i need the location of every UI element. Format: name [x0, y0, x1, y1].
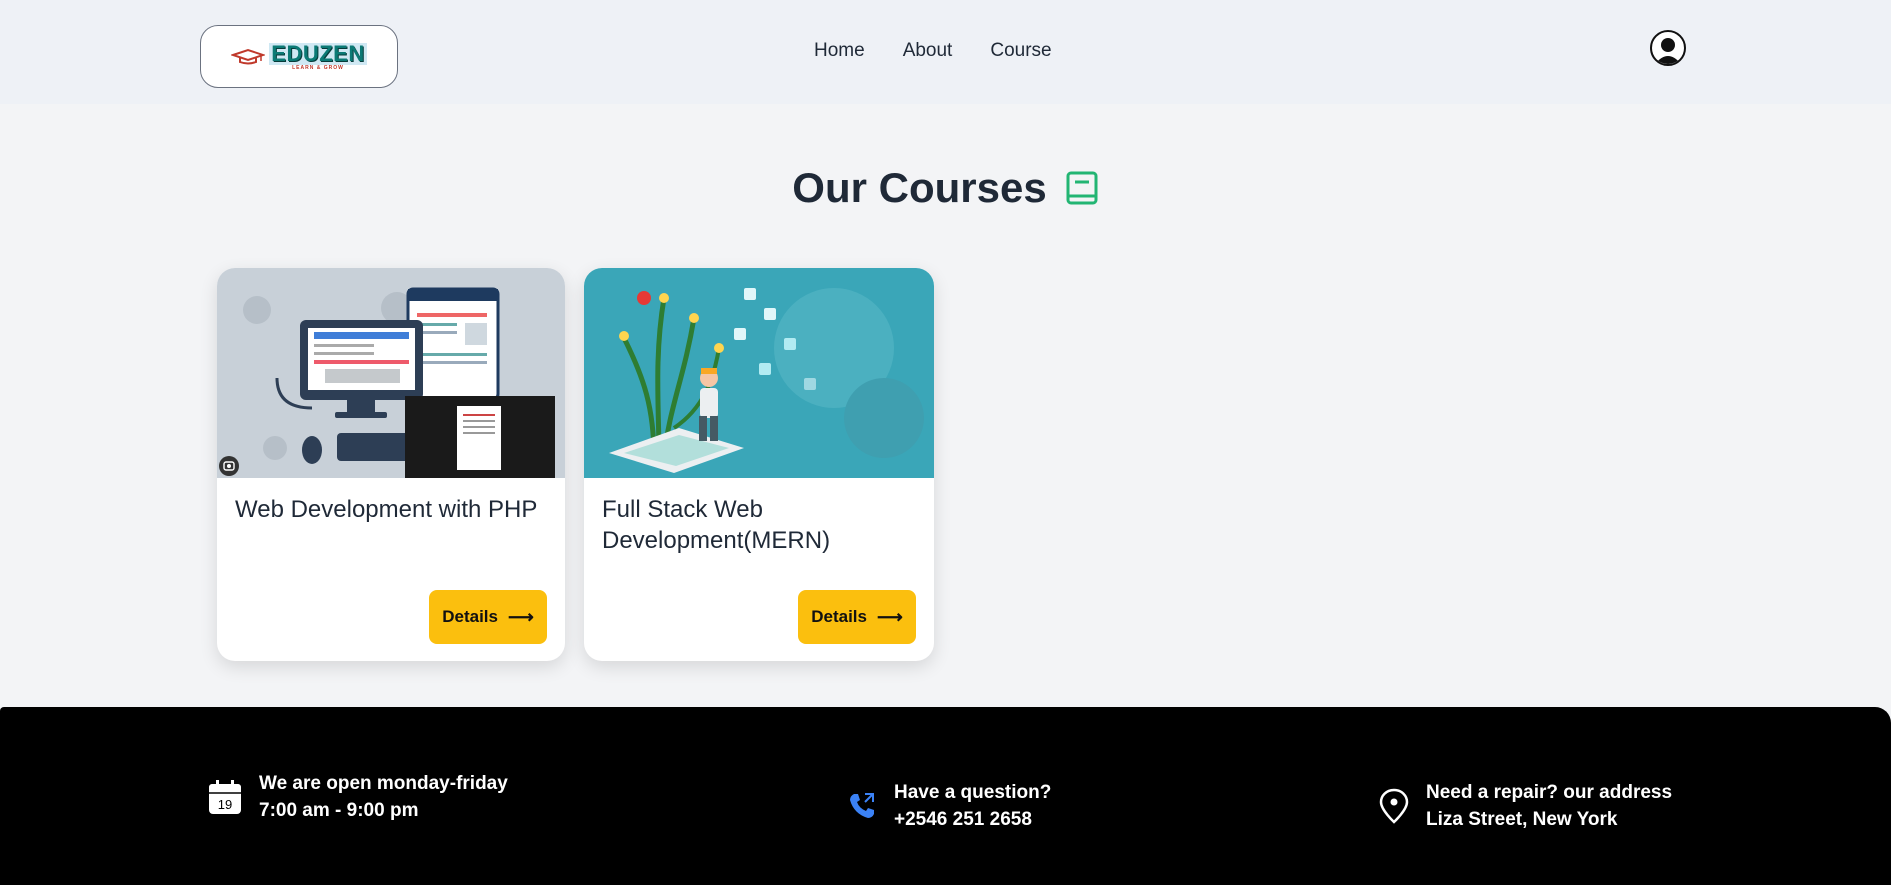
footer-address-title: Need a repair? our address — [1426, 782, 1673, 803]
user-avatar-icon[interactable] — [1650, 30, 1686, 66]
course-card[interactable]: Web Development with PHP Details ⟶ — [217, 268, 565, 661]
footer-phone: Have a question? +2546 251 2658 — [846, 779, 1051, 833]
logo-inner: EDUZEN LEARN & GROW — [231, 40, 367, 71]
details-button-label: Details — [811, 607, 867, 626]
arrow-right-icon: ⟶ — [876, 607, 903, 627]
nav-about[interactable]: About — [903, 40, 953, 62]
footer-phone-value[interactable]: +2546 251 2658 — [894, 806, 1051, 833]
course-image-php[interactable] — [217, 268, 565, 478]
image-overlay-icon[interactable] — [219, 456, 239, 476]
footer-phone-text: Have a question? +2546 251 2658 — [894, 779, 1051, 833]
footer-address-value: Liza Street, New York — [1426, 809, 1618, 830]
logo-text-group: EDUZEN LEARN & GROW — [269, 40, 367, 71]
footer-hours-title: We are open monday-friday — [259, 773, 508, 794]
location-pin-icon — [1379, 788, 1409, 824]
site-footer: 19 We are open monday-friday 7:00 am - 9… — [0, 707, 1891, 885]
graduation-cap-icon — [231, 48, 266, 64]
details-button[interactable]: Details ⟶ — [798, 590, 916, 644]
course-image-mern[interactable] — [584, 268, 934, 478]
course-title: Web Development with PHP — [235, 496, 538, 523]
site-logo[interactable]: EDUZEN LEARN & GROW — [200, 25, 398, 88]
main-nav: Home About Course — [814, 40, 1052, 62]
page-title-text: Our Courses — [792, 164, 1047, 211]
calendar-day: 19 — [218, 797, 232, 812]
arrow-right-icon: ⟶ — [507, 607, 534, 627]
course-card[interactable]: Full Stack Web Development(MERN) Details… — [584, 268, 934, 661]
footer-hours-text: We are open monday-friday 7:00 am - 9:00… — [259, 770, 508, 824]
footer-address: Need a repair? our address Liza Street, … — [1378, 779, 1672, 833]
calendar-icon: 19 — [209, 780, 241, 814]
course-title: Full Stack Web Development(MERN) — [602, 496, 831, 554]
site-header: EDUZEN LEARN & GROW Home About Course — [0, 0, 1891, 104]
logo-word: EDUZEN — [269, 40, 367, 66]
footer-hours-value: 7:00 am - 9:00 pm — [259, 800, 419, 821]
details-button-label: Details — [442, 607, 498, 626]
book-icon — [1066, 171, 1098, 205]
nav-course[interactable]: Course — [990, 40, 1051, 62]
footer-phone-title: Have a question? — [894, 782, 1052, 803]
footer-hours: 19 We are open monday-friday 7:00 am - 9… — [207, 770, 508, 824]
footer-address-text: Need a repair? our address Liza Street, … — [1426, 779, 1672, 833]
details-button[interactable]: Details ⟶ — [429, 590, 547, 644]
page-title: Our Courses — [0, 164, 1891, 212]
phone-icon — [850, 793, 874, 818]
nav-home[interactable]: Home — [814, 40, 865, 62]
